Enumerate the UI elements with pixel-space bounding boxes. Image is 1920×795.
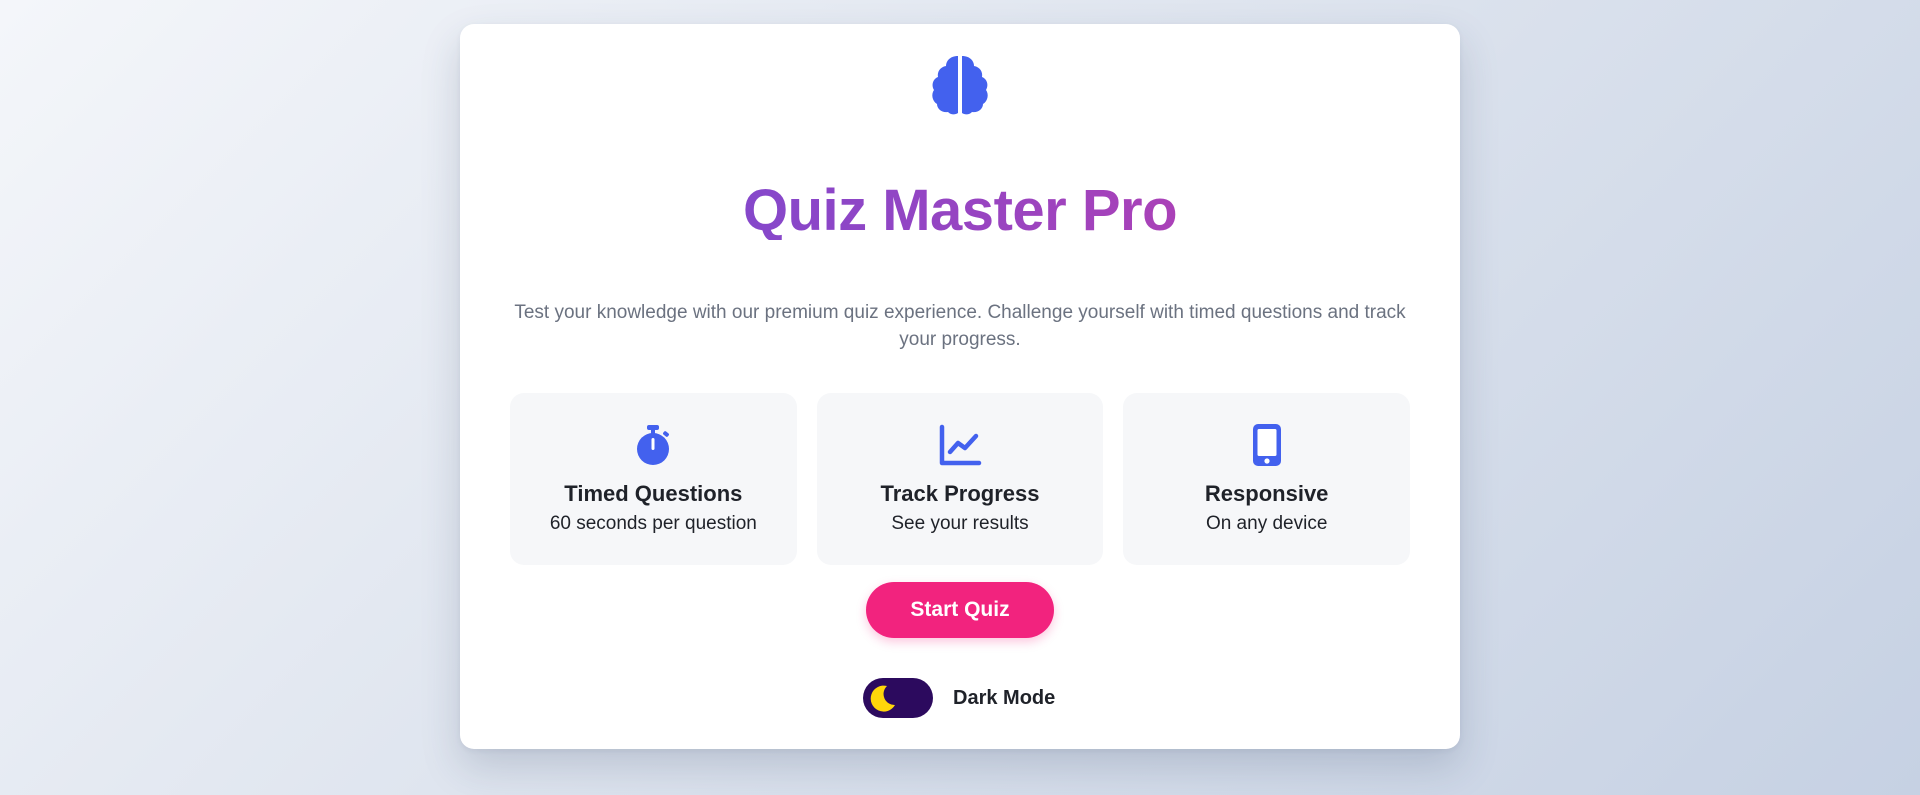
feature-list: Timed Questions 60 seconds per question … — [510, 393, 1411, 565]
feature-card-responsive: Responsive On any device — [1123, 393, 1411, 565]
brain-icon — [928, 52, 992, 116]
dark-mode-label: Dark Mode — [953, 686, 1056, 709]
mobile-icon — [1252, 424, 1281, 466]
stopwatch-icon — [637, 425, 670, 465]
feature-card-timed: Timed Questions 60 seconds per question — [510, 393, 797, 565]
feature-description: 60 seconds per question — [549, 513, 757, 534]
chart-line-icon — [939, 424, 982, 466]
app-subtitle: Test your knowledge with our premium qui… — [514, 302, 1406, 350]
feature-description: See your results — [891, 513, 1029, 534]
welcome-card: Quiz Master Pro Test your knowledge with… — [460, 24, 1460, 749]
start-quiz-button[interactable]: Start Quiz — [866, 582, 1054, 638]
feature-card-progress: Track Progress See your results — [816, 393, 1104, 565]
feature-title: Track Progress — [880, 481, 1040, 506]
app-title: Quiz Master Pro — [460, 182, 1460, 240]
dark-mode-toggle[interactable] — [863, 678, 933, 718]
feature-description: On any device — [1205, 513, 1328, 534]
feature-title: Responsive — [1204, 481, 1329, 506]
moon-icon — [870, 685, 895, 712]
feature-title: Timed Questions — [564, 481, 743, 506]
dark-mode-row: Dark Mode — [863, 678, 1055, 718]
